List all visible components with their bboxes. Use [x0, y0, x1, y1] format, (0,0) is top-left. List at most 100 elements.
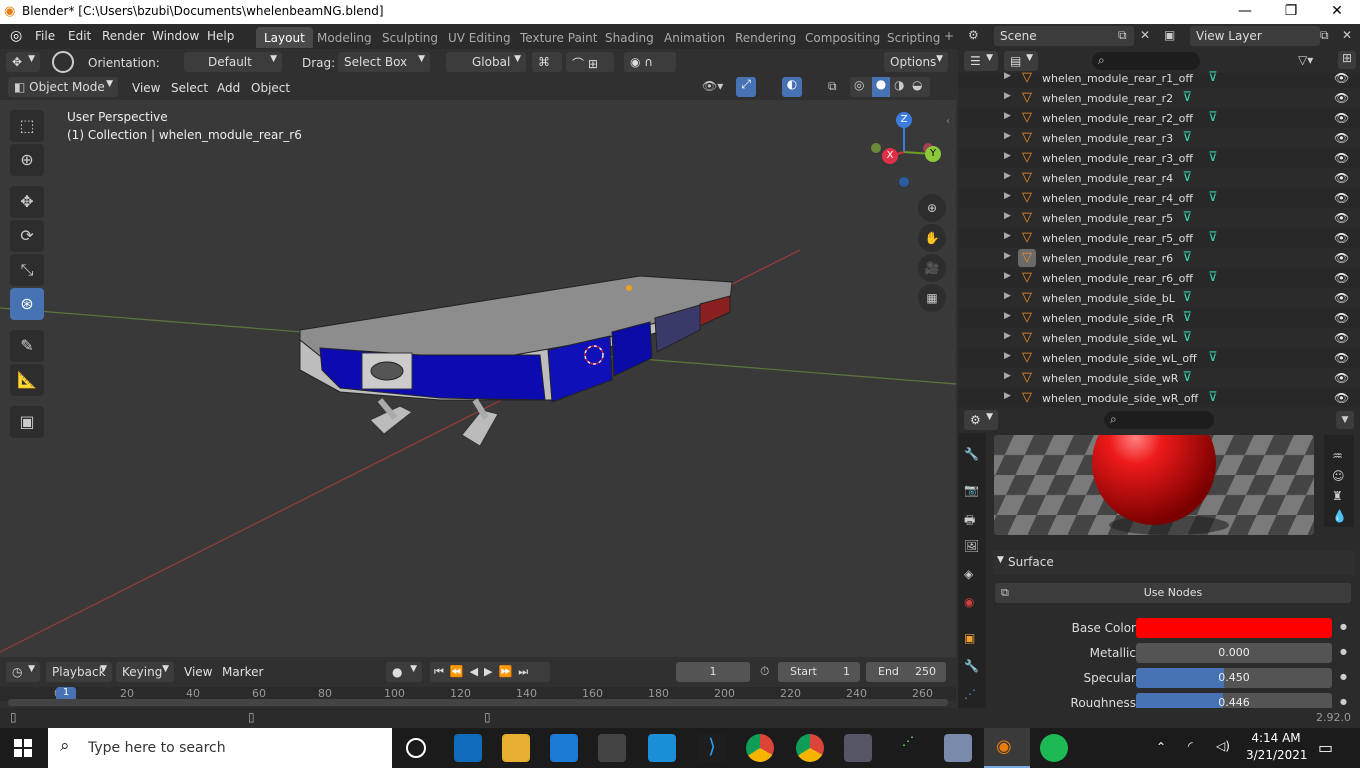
eye-icon[interactable]: 👁: [1334, 211, 1349, 225]
expand-icon[interactable]: ▶: [1004, 211, 1011, 221]
visibility-icon[interactable]: 👁▾: [702, 79, 723, 93]
pivot-dropdown[interactable]: ⌘: [532, 52, 562, 72]
chrome-icon[interactable]: [796, 734, 824, 762]
mesh-data-icon[interactable]: ⊽: [1208, 390, 1218, 405]
sidebar-toggle-icon[interactable]: ‹: [946, 116, 950, 127]
expand-icon[interactable]: ▶: [1004, 351, 1011, 361]
eye-icon[interactable]: 👁: [1334, 91, 1349, 105]
mesh-data-icon[interactable]: ⊽: [1182, 250, 1192, 265]
minimize-button[interactable]: —: [1222, 0, 1268, 24]
gizmo-y[interactable]: Y: [925, 146, 941, 162]
vscode-icon[interactable]: ⟩: [698, 734, 726, 762]
outliner-item[interactable]: ▶ ▽ whelen_module_rear_r3_off ⊽ 👁: [958, 148, 1360, 168]
media-player-icon[interactable]: [648, 734, 676, 762]
expand-icon[interactable]: ▶: [1004, 251, 1011, 261]
chrome-canary-icon[interactable]: [746, 734, 774, 762]
scene-copy-icon[interactable]: ⧉: [1118, 28, 1127, 43]
eye-icon[interactable]: 👁: [1334, 391, 1349, 405]
cortana-icon[interactable]: [406, 738, 426, 758]
outliner-item[interactable]: ▶ ▽ whelen_module_rear_r2_off ⊽ 👁: [958, 108, 1360, 128]
new-collection-icon[interactable]: ⊞: [1338, 51, 1356, 69]
expand-icon[interactable]: ▶: [1004, 391, 1011, 401]
mesh-data-icon[interactable]: ⊽: [1208, 190, 1218, 205]
spotify-icon[interactable]: [1040, 734, 1068, 762]
timeline-editor-type[interactable]: ◷ ▼: [6, 662, 40, 682]
scene-selector[interactable]: Scene: [994, 26, 1134, 46]
eye-icon[interactable]: 👁: [1334, 191, 1349, 205]
menu-help[interactable]: Help: [207, 29, 234, 43]
navigation-gizmo[interactable]: Z Y X: [866, 110, 946, 190]
tab-sculpting[interactable]: Sculpting: [374, 27, 446, 48]
preview-monkey-icon[interactable]: ☺: [1332, 469, 1345, 483]
outliner-item[interactable]: ▶ ▽ whelen_module_rear_r5 ⊽ 👁: [958, 208, 1360, 228]
scene-close-icon[interactable]: ✕: [1140, 28, 1150, 42]
outliner-item[interactable]: ▶ ▽ whelen_module_side_wL ⊽ 👁: [958, 328, 1360, 348]
expand-icon[interactable]: ▶: [1004, 271, 1011, 281]
outliner-item[interactable]: ▶ ▽ whelen_module_side_bL ⊽ 👁: [958, 288, 1360, 308]
tool-tab-icon[interactable]: 🔧: [964, 447, 979, 461]
outliner-item[interactable]: ▶ ▽ whelen_module_rear_r1_off ⊽ 👁: [958, 68, 1360, 88]
annotate-tool[interactable]: ✎: [10, 330, 44, 362]
outliner-item[interactable]: ▶ ▽ whelen_module_rear_r4_off ⊽ 👁: [958, 188, 1360, 208]
rendered-shading-icon[interactable]: ◒: [912, 78, 922, 92]
tab-texture-paint[interactable]: Texture Paint: [512, 27, 605, 48]
eye-icon[interactable]: 👁: [1334, 271, 1349, 285]
expand-icon[interactable]: ▶: [1004, 171, 1011, 181]
expand-icon[interactable]: ▶: [1004, 371, 1011, 381]
transform-orientation-dropdown[interactable]: Global ▼: [446, 52, 526, 72]
store-icon[interactable]: [598, 734, 626, 762]
select-tool-icon[interactable]: [52, 51, 74, 73]
gizmo-z[interactable]: Z: [896, 112, 912, 128]
preview-fluid-icon[interactable]: 💧: [1332, 509, 1347, 523]
orientation-dropdown[interactable]: Default ▼: [184, 52, 282, 72]
keyframe-dot-icon[interactable]: ●: [1340, 697, 1347, 706]
eye-icon[interactable]: 👁: [1334, 371, 1349, 385]
timeline-scrollbar[interactable]: [8, 699, 948, 706]
drag-dropdown[interactable]: Select Box ▼: [338, 52, 430, 72]
pan-hand-icon[interactable]: ✋: [918, 224, 946, 252]
expand-icon[interactable]: ▶: [1004, 91, 1011, 101]
outliner-item[interactable]: ▶ ▽ whelen_module_rear_r6_off ⊽ 👁: [958, 268, 1360, 288]
mesh-data-icon[interactable]: ⊽: [1182, 370, 1192, 385]
taskbar-search-box[interactable]: ⌕ Type here to search: [48, 728, 392, 768]
stopwatch-icon[interactable]: ⏱: [760, 664, 769, 679]
end-frame-field[interactable]: End 250: [866, 662, 946, 682]
expand-icon[interactable]: ▶: [1004, 191, 1011, 201]
menu-object[interactable]: Object: [251, 81, 290, 95]
view-layer-copy-icon[interactable]: ⧉: [1320, 28, 1329, 43]
view-layer-tab-icon[interactable]: 🖼: [964, 539, 979, 553]
tab-uv-editing[interactable]: UV Editing: [440, 27, 519, 48]
output-tab-icon[interactable]: 🖶: [964, 511, 975, 532]
view-layer-close-icon[interactable]: ✕: [1342, 28, 1352, 42]
properties-editor-type[interactable]: ⚙ ▼: [964, 410, 998, 430]
eye-icon[interactable]: 👁: [1334, 291, 1349, 305]
property-slider[interactable]: 0.450: [1136, 668, 1332, 688]
menu-view[interactable]: View: [132, 81, 160, 95]
measure-tool[interactable]: 📐: [10, 364, 44, 396]
mesh-data-icon[interactable]: ⊽: [1182, 330, 1192, 345]
mesh-data-icon[interactable]: ⊽: [1182, 310, 1192, 325]
properties-search-input[interactable]: ⌕: [1104, 411, 1214, 429]
material-shading-icon[interactable]: ◑: [894, 78, 904, 92]
outliner-item[interactable]: ▶ ▽ whelen_module_rear_r6 ⊽ 👁: [958, 248, 1360, 268]
eye-icon[interactable]: 👁: [1334, 331, 1349, 345]
scene-icon[interactable]: ⚙: [968, 28, 979, 42]
mesh-data-icon[interactable]: ⊽: [1208, 270, 1218, 285]
world-tab-icon[interactable]: ◉: [964, 595, 974, 609]
solid-shading-icon[interactable]: ●: [872, 77, 890, 97]
mesh-data-icon[interactable]: ⊽: [1182, 170, 1192, 185]
tab-animation[interactable]: Animation: [656, 27, 733, 48]
keyframe-dot-icon[interactable]: ●: [1340, 622, 1347, 631]
playback-menu[interactable]: Playback ▼: [46, 662, 112, 682]
menu-window[interactable]: Window: [152, 29, 199, 43]
transform-tool[interactable]: ⊛: [10, 288, 44, 320]
menu-edit[interactable]: Edit: [68, 29, 91, 43]
expand-icon[interactable]: ▶: [1004, 231, 1011, 241]
mesh-data-icon[interactable]: ⊽: [1208, 230, 1218, 245]
discord-icon[interactable]: [944, 734, 972, 762]
eye-icon[interactable]: 👁: [1334, 111, 1349, 125]
outliner-item[interactable]: ▶ ▽ whelen_module_side_wR ⊽ 👁: [958, 368, 1360, 388]
expand-icon[interactable]: ▶: [1004, 111, 1011, 121]
menu-select[interactable]: Select: [171, 81, 208, 95]
mesh-data-icon[interactable]: ⊽: [1182, 130, 1192, 145]
